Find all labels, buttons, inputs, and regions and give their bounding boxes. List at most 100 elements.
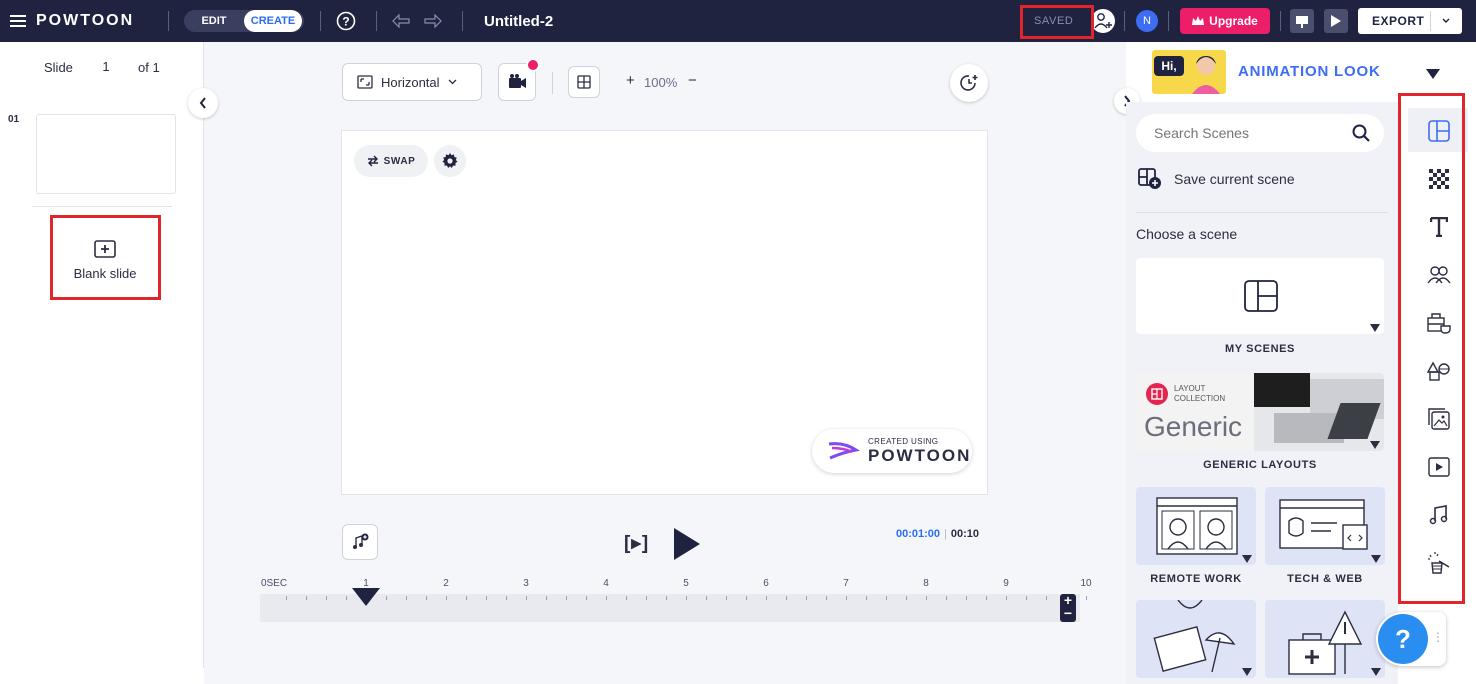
blank-slide-button[interactable]: Blank slide [52,222,158,298]
export-button[interactable]: EXPORT [1358,8,1462,34]
timeline-tick [926,596,927,600]
zoom-out-button[interactable]: − [688,72,697,89]
travel-card[interactable] [1136,600,1256,678]
help-circle-icon[interactable]: ? [336,0,356,42]
settings-button[interactable] [434,145,466,177]
my-scenes-card[interactable] [1136,258,1384,334]
divider [1280,11,1281,31]
caret-down-icon[interactable] [1371,555,1381,563]
upgrade-button[interactable]: Upgrade [1180,8,1270,34]
swap-icon [367,155,378,167]
timeline-track[interactable]: 0SEC 1 2 3 4 5 6 7 8 9 10 + − [260,578,1092,622]
layout-small-1: LAYOUT [1174,384,1206,393]
scenes-icon[interactable] [1426,118,1452,144]
caret-down-icon[interactable] [1242,668,1252,676]
icon-rail [1402,102,1474,684]
timeline-tick [846,596,847,600]
magic-hat-icon[interactable] [1426,550,1452,576]
animation-look-title[interactable]: ANIMATION LOOK [1238,63,1381,80]
add-collaborator-icon[interactable] [1090,0,1116,42]
collapse-left-button[interactable] [188,88,218,118]
slide-label: Slide [44,60,73,75]
timeline-zoom-control[interactable]: + − [1060,593,1076,622]
timeline-tick [666,596,667,600]
create-button[interactable]: CREATE [244,10,302,32]
present-button[interactable] [1290,9,1314,33]
divider [168,11,169,31]
divider [1168,11,1169,31]
grid-button[interactable] [568,66,600,98]
brand-logo[interactable]: POWTOON [36,0,134,42]
caret-down-icon[interactable] [1370,324,1380,332]
layout-generic-text: Generic [1144,411,1243,442]
caret-down-icon[interactable] [1371,668,1381,676]
health-card[interactable] [1265,600,1385,678]
zoom-in-button[interactable]: + [626,72,635,89]
time-separator: | [944,528,947,540]
remote-work-card[interactable] [1136,487,1256,565]
music-icon[interactable] [1426,502,1452,528]
document-title[interactable]: Untitled-2 [484,0,553,42]
add-music-button[interactable] [342,524,378,560]
slide-thumbnail[interactable] [36,114,176,194]
saved-status: SAVED [1034,15,1074,27]
play-from-here-button[interactable]: [▸] [624,532,649,555]
scene-search-field[interactable] [1136,114,1384,152]
timeline-tick [306,596,307,600]
undo-icon[interactable] [392,0,410,42]
timeline-tick [866,596,867,600]
timeline-tick [346,596,347,600]
shapes-icon[interactable] [1426,358,1452,384]
help-button[interactable]: ? [1378,614,1428,664]
search-icon[interactable] [1352,124,1370,142]
redo-icon[interactable] [424,0,442,42]
preview-button[interactable] [1324,9,1348,33]
camera-button[interactable] [498,58,540,101]
time-current: 00:01:00 [896,528,941,540]
generic-layouts-card[interactable]: LAYOUT COLLECTION Generic [1136,373,1384,451]
generic-layouts-caption: GENERIC LAYOUTS [1203,459,1317,471]
help-more-icon[interactable]: ⋮ [1432,630,1444,644]
swap-button[interactable]: SWAP [354,145,428,177]
orientation-select[interactable]: Horizontal [342,63,482,101]
caret-down-icon[interactable] [1242,555,1252,563]
slide-number-input[interactable]: 1 [86,56,126,78]
tech-web-card[interactable] [1265,487,1385,565]
backgrounds-icon[interactable] [1426,166,1452,192]
timeline-tick [626,596,627,600]
grid-icon [577,75,591,89]
scene-search-input[interactable] [1154,125,1334,141]
tech-illustration-icon [1279,499,1368,550]
divider [376,11,377,31]
timeline-tick [566,596,567,600]
edit-button[interactable]: EDIT [190,10,238,32]
play-button[interactable] [672,526,702,567]
props-icon[interactable] [1426,310,1452,336]
chevron-down-icon [448,79,456,85]
slide-stage[interactable]: SWAP CREATED USING POWTOON [341,130,988,495]
avatar[interactable]: N [1136,0,1158,42]
timeline-tick [966,596,967,600]
characters-icon[interactable] [1426,262,1452,288]
images-icon[interactable] [1426,406,1452,432]
add-timer-button[interactable] [950,64,988,102]
timeline-tick [446,596,447,600]
caret-down-icon[interactable] [1370,441,1380,449]
timeline-tick [946,596,947,600]
timeline-tick [426,596,427,600]
chevron-down-icon[interactable] [1442,18,1450,24]
playhead[interactable] [352,588,380,611]
text-icon[interactable] [1426,214,1452,240]
timeline-tick [1086,596,1087,600]
video-icon[interactable] [1426,454,1452,480]
timeline-label: 10 [1080,578,1092,589]
layout-small-2: COLLECTION [1174,394,1226,403]
save-scene-button[interactable]: Save current scene [1138,168,1295,190]
right-panel: Hi, ANIMATION LOOK Save current scene Ch… [1114,42,1476,684]
timeline-tick [706,596,707,600]
music-plus-icon [353,533,369,549]
animation-look-thumbnail[interactable]: Hi, [1152,50,1226,94]
menu-icon[interactable] [10,0,26,42]
look-dropdown-toggle[interactable] [1426,66,1440,84]
timeline-label: 7 [843,578,849,589]
